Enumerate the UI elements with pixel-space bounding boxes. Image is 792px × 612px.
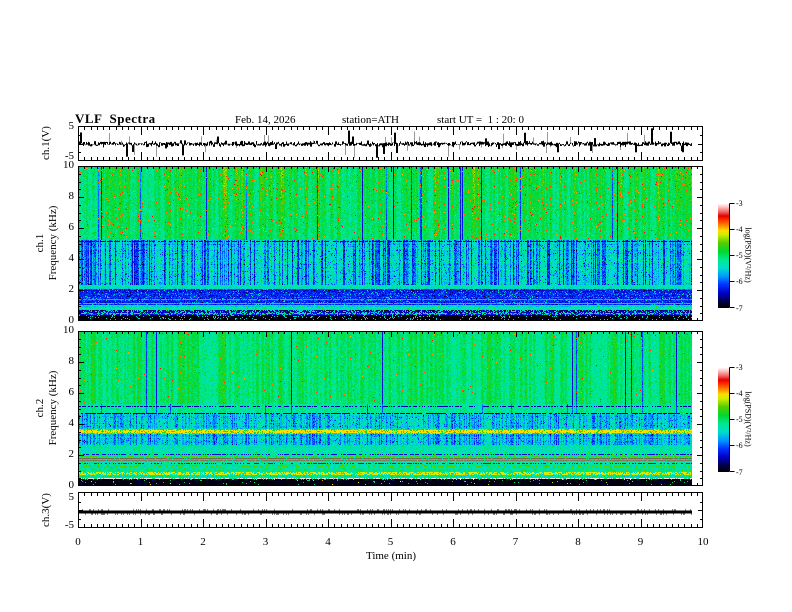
colorbar-tick-label: -6 [736, 277, 743, 287]
station-label: station=ATH [342, 114, 399, 126]
ch1-frequency-axis-label: Frequency (kHz) [47, 205, 59, 281]
y-tick-label: -5 [64, 519, 74, 531]
colorbar1-unit-label: log(PSD)(V²/Hz) [743, 227, 753, 283]
y-tick-label: 5 [68, 491, 75, 503]
y-tick-label: 4 [68, 252, 75, 264]
colorbar-tick-label: -6 [736, 441, 743, 451]
ch3-waveform-plot [78, 492, 703, 528]
colorbar-tick-label: -5 [736, 415, 743, 424]
x-tick-label: 5 [387, 536, 394, 548]
ch1-channel-axis-label: ch.1 [34, 233, 46, 253]
y-tick-label: 5 [68, 120, 75, 132]
y-tick-label: 4 [68, 417, 75, 429]
colorbar-ch1 [718, 203, 735, 308]
x-tick-label: 4 [325, 536, 331, 548]
x-tick-label: 10 [697, 536, 709, 548]
ch1-waveform-plot [78, 126, 703, 161]
figure-title: VLF Spectra [75, 111, 156, 126]
x-tick-label: 1 [137, 536, 144, 548]
x-tick-label: 3 [262, 536, 269, 548]
colorbar-tick-label: -3 [736, 198, 743, 208]
y-tick-label: 6 [68, 386, 75, 398]
y-tick-label: 6 [68, 221, 75, 233]
time-axis-label: Time (min) [365, 550, 417, 562]
y-tick-label: 8 [68, 190, 75, 202]
ch2-channel-axis-label: ch.2 [34, 398, 46, 418]
start-ut-label: start UT = 1 : 20: 0 [437, 114, 524, 126]
x-tick-label: 9 [637, 536, 644, 548]
y-tick-label: 2 [68, 448, 75, 460]
date-label: Feb. 14, 2026 [235, 114, 296, 126]
x-tick-label: 8 [575, 536, 581, 548]
y-tick-label: 10 [63, 324, 74, 336]
ch2-frequency-axis-label: Frequency (kHz) [47, 370, 59, 446]
x-tick-label: 7 [512, 536, 519, 548]
colorbar-tick-label: -7 [736, 467, 743, 477]
ch1-spectrogram-plot [78, 166, 703, 321]
y-tick-label: 0 [68, 479, 75, 491]
vlf-spectra-figure: VLF Spectra Feb. 14, 2026 station=ATH st… [0, 0, 792, 612]
colorbar-tick-label: -4 [736, 388, 743, 398]
colorbar-tick-label: -4 [736, 224, 743, 234]
colorbar-tick-label: -3 [736, 362, 743, 372]
ch2-spectrogram-plot [78, 331, 703, 486]
y-tick-label: 8 [68, 355, 75, 367]
colorbar2-unit-label: log(PSD)(V²/Hz) [743, 391, 753, 447]
x-tick-label: 0 [75, 536, 81, 548]
y-tick-label: 10 [63, 159, 74, 171]
x-tick-label: 6 [450, 536, 456, 548]
colorbar-tick-label: -7 [736, 303, 743, 313]
x-tick-label: 2 [200, 536, 206, 548]
y-tick-label: 2 [68, 283, 75, 295]
colorbar-ch2 [718, 367, 735, 472]
colorbar-tick-label: -5 [736, 251, 743, 260]
